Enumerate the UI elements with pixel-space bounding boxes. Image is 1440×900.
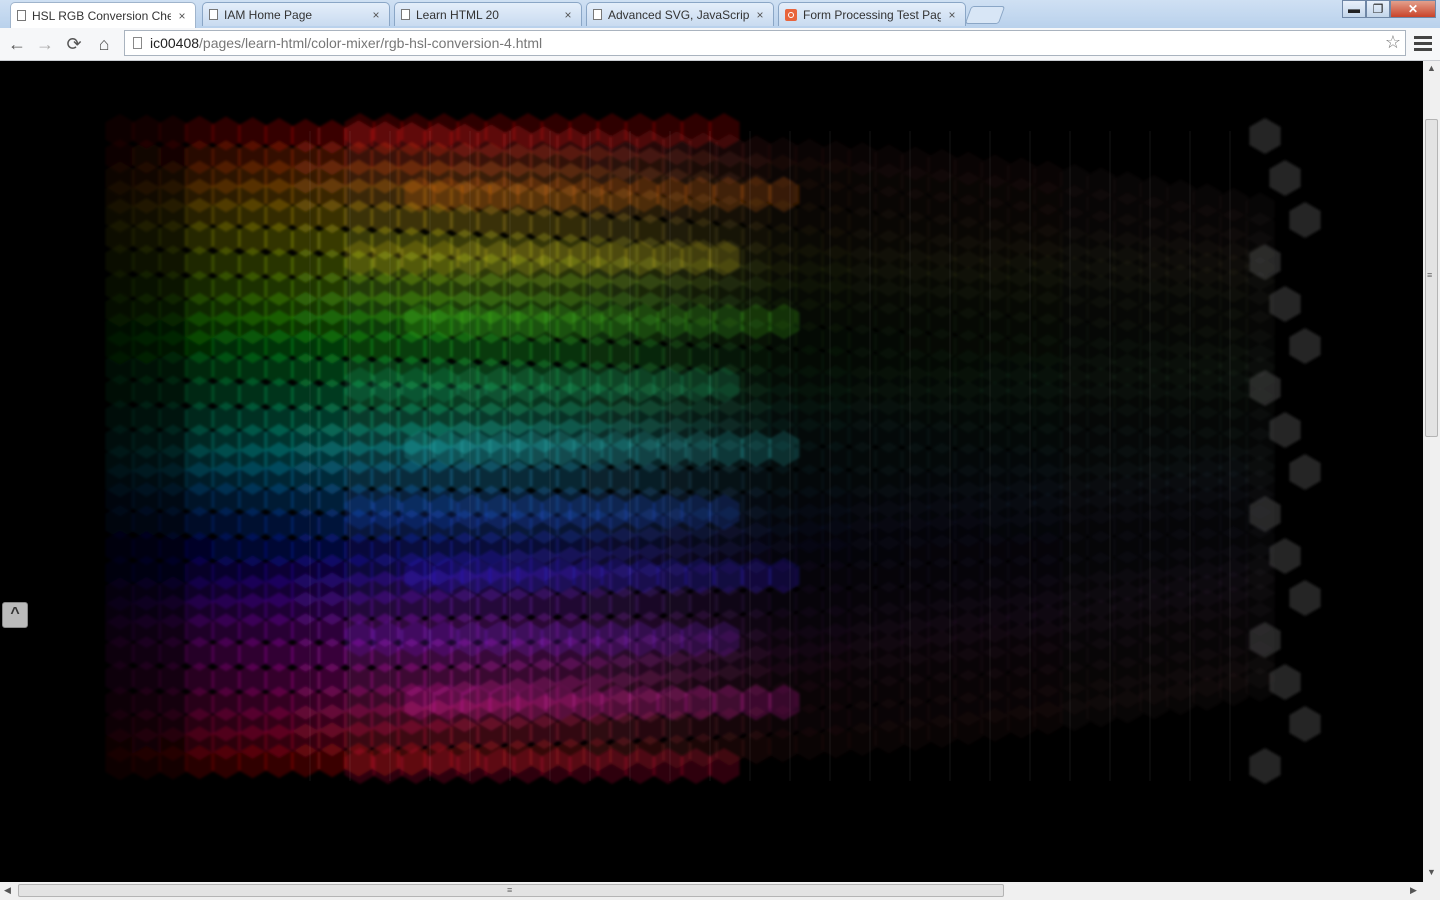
page-content: ^ <box>0 61 1423 882</box>
scroll-grip-icon: ≡ <box>507 885 513 895</box>
close-icon[interactable]: × <box>753 8 767 22</box>
tab-label: IAM Home Page <box>224 7 313 22</box>
close-icon[interactable]: × <box>945 8 959 22</box>
grey-hexagon <box>1289 454 1321 490</box>
hexagon-field <box>105 113 1321 784</box>
url-path: /pages/learn-html/color-mixer/rgb-hsl-co… <box>199 35 543 51</box>
tab-label: HSL RGB Conversion Chec <box>32 8 171 23</box>
back-button[interactable]: ← <box>5 32 29 56</box>
color-hexagon <box>741 730 771 765</box>
scroll-left-arrow[interactable]: ◀ <box>4 885 11 896</box>
tab-iam-home-page[interactable]: IAM Home Page × <box>202 2 390 26</box>
bookmark-star-icon[interactable]: ☆ <box>1385 32 1401 53</box>
scroll-right-arrow[interactable]: ▶ <box>1410 885 1417 896</box>
reload-button[interactable]: ⟳ <box>62 32 86 56</box>
forward-button[interactable]: → <box>33 32 57 56</box>
tab-label: Advanced SVG, JavaScript <box>608 7 749 22</box>
page-icon <box>209 9 218 20</box>
xampp-icon <box>785 8 797 21</box>
grey-hexagon <box>1289 202 1321 238</box>
scroll-grip-icon: ≡ <box>1427 270 1433 280</box>
vertical-scrollbar[interactable]: ▲ ≡ ▼ <box>1423 61 1440 882</box>
color-hexagon <box>794 726 824 761</box>
address-bar[interactable]: ic00408/pages/learn-html/color-mixer/rgb… <box>124 30 1406 56</box>
browser-title-bar: HSL RGB Conversion Chec × IAM Home Page … <box>0 0 1440 28</box>
window-controls: ▬ ❐ ✕ <box>1342 0 1436 18</box>
tab-advanced-svg[interactable]: Advanced SVG, JavaScript × <box>586 2 774 26</box>
minimize-button[interactable]: ▬ <box>1342 0 1366 18</box>
scroll-down-arrow[interactable]: ▼ <box>1427 867 1436 877</box>
close-icon[interactable]: × <box>369 8 383 22</box>
home-button[interactable]: ⌂ <box>92 32 116 56</box>
tab-form-processing[interactable]: Form Processing Test Pag × <box>778 2 966 26</box>
grey-hexagon <box>1289 328 1321 364</box>
scrollbar-corner <box>1423 882 1440 900</box>
grey-hexagon <box>1289 706 1321 742</box>
browser-toolbar: ← → ⟳ ⌂ ic00408/pages/learn-html/color-m… <box>0 28 1440 61</box>
page-icon <box>401 9 410 20</box>
grey-hexagon <box>1249 748 1281 784</box>
grey-hexagon <box>1269 160 1301 196</box>
grey-hexagon <box>1249 118 1281 154</box>
page-icon <box>593 9 602 20</box>
url-host: ic00408 <box>150 35 200 51</box>
tab-hsl-rgb-conversion[interactable]: HSL RGB Conversion Chec × <box>10 2 196 28</box>
close-icon[interactable]: × <box>175 9 189 23</box>
close-icon[interactable]: × <box>561 8 575 22</box>
vertical-scroll-thumb[interactable]: ≡ <box>1425 119 1438 437</box>
new-tab-button[interactable] <box>964 6 1006 24</box>
tab-learn-html[interactable]: Learn HTML 20 × <box>394 2 582 26</box>
horizontal-scrollbar[interactable]: ◀ ≡ ▶ <box>0 882 1423 900</box>
chrome-menu-icon[interactable] <box>1414 33 1432 53</box>
address-url: ic00408/pages/learn-html/color-mixer/rgb… <box>150 35 542 51</box>
tab-label: Learn HTML 20 <box>416 7 499 22</box>
page-icon <box>17 10 26 21</box>
tab-label: Form Processing Test Pag <box>803 7 941 22</box>
close-window-button[interactable]: ✕ <box>1390 0 1436 18</box>
color-hexagon <box>768 728 798 763</box>
hsl-rgb-color-visualization <box>105 113 1321 784</box>
page-icon <box>133 37 142 49</box>
side-panel-toggle[interactable]: ^ <box>2 602 28 628</box>
scroll-up-arrow[interactable]: ▲ <box>1427 63 1436 73</box>
maximize-button[interactable]: ❐ <box>1366 0 1390 18</box>
grey-hexagon <box>1289 580 1321 616</box>
horizontal-scroll-thumb[interactable]: ≡ <box>18 884 1004 897</box>
